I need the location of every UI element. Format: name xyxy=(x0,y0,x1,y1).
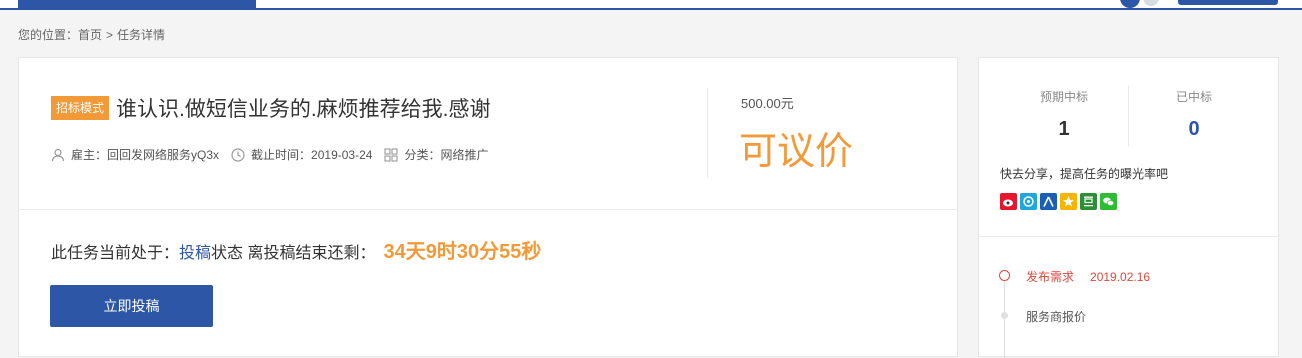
timeline-dot xyxy=(1001,312,1008,319)
header-divider xyxy=(707,88,708,178)
clock-icon xyxy=(231,147,245,162)
tencent-weibo-icon[interactable] xyxy=(1020,193,1037,210)
employer-label: 雇主： xyxy=(71,148,108,162)
timeline-item-publish: 发布需求 2019.02.16 xyxy=(1026,268,1150,285)
timeline-item-date: 2019.02.16 xyxy=(1090,270,1151,284)
mode-badge: 招标模式 xyxy=(51,96,110,120)
status-stage-link[interactable]: 投稿 xyxy=(179,239,211,263)
share-icons xyxy=(1000,193,1120,210)
top-navbar xyxy=(0,0,1302,10)
breadcrumb-prefix: 您的位置： xyxy=(18,28,79,42)
weibo-icon[interactable] xyxy=(1000,193,1017,210)
deadline-value: 2019-03-24 xyxy=(311,147,373,162)
share-prompt: 快去分享，提高任务的曝光率吧 xyxy=(1000,167,1169,181)
timeline-active-dot xyxy=(999,270,1010,281)
qzone-icon[interactable] xyxy=(1060,193,1077,210)
expected-value: 1 xyxy=(1058,118,1070,140)
expected-label: 预期中标 xyxy=(1039,90,1088,104)
employer-name[interactable]: 回回发网络服务yQ3x xyxy=(107,146,219,163)
header-action-button[interactable] xyxy=(1178,0,1278,5)
won-label: 已中标 xyxy=(1175,90,1212,104)
renren-icon[interactable] xyxy=(1040,193,1057,210)
category-label: 分类： xyxy=(404,148,441,162)
task-detail-card: 招标模式 谁认识.做短信业务的.麻烦推荐给我.感谢 雇主： 回回发网络服务yQ3x… xyxy=(18,57,958,357)
budget-amount: 500.00元 xyxy=(741,96,794,111)
task-header: 招标模式 谁认识.做短信业务的.麻烦推荐给我.感谢 雇主： 回回发网络服务yQ3x… xyxy=(19,58,957,210)
grid-icon xyxy=(384,147,398,162)
deadline-meta: 截止时间： 2019-03-24 xyxy=(231,146,372,163)
user-icon xyxy=(51,148,65,161)
breadcrumb-home-link[interactable]: 首页 xyxy=(78,28,102,42)
douban-icon[interactable] xyxy=(1080,193,1097,210)
timeline-item-label: 发布需求 xyxy=(1026,270,1075,284)
breadcrumb: 您的位置：首页 > 任务详情 xyxy=(18,26,165,43)
expected-winners-stat: 预期中标 1 xyxy=(999,88,1129,141)
task-meta: 雇主： 回回发网络服务yQ3x 截止时间： 2019-03-24 分类： 网络推广 xyxy=(51,146,500,163)
user-avatar-secondary xyxy=(1143,0,1159,6)
user-avatar-icon[interactable] xyxy=(1120,0,1140,8)
category-value[interactable]: 网络推广 xyxy=(440,146,488,163)
category-meta: 分类： 网络推广 xyxy=(384,146,488,163)
nav-active-tab[interactable] xyxy=(18,0,256,8)
breadcrumb-separator: > xyxy=(106,28,114,42)
task-title: 谁认识.做短信业务的.麻烦推荐给我.感谢 xyxy=(116,98,491,121)
countdown-timer: 34天9时30分55秒 xyxy=(383,241,542,263)
timeline-item-label: 服务商报价 xyxy=(1026,310,1087,324)
wechat-icon[interactable] xyxy=(1100,193,1117,210)
deadline-label: 截止时间： xyxy=(251,148,312,162)
timeline-item-quote: 服务商报价 xyxy=(1026,308,1086,325)
sidebar-separator xyxy=(979,236,1278,237)
status-suffix: 状态 离投稿结束还剩： xyxy=(211,245,376,262)
won-stat: 已中标 0 xyxy=(1129,88,1259,141)
task-title-row: 招标模式 谁认识.做短信业务的.麻烦推荐给我.感谢 xyxy=(51,93,491,123)
budget-negotiable: 可议价 xyxy=(739,131,854,173)
employer-meta: 雇主： 回回发网络服务yQ3x xyxy=(51,146,219,163)
task-sidebar: 预期中标 1 已中标 0 快去分享，提高任务的曝光率吧 发布需求 2019.02.… xyxy=(978,57,1279,358)
status-prefix: 此任务当前处于： xyxy=(51,245,180,262)
submit-proposal-button[interactable]: 立即投稿 xyxy=(50,285,213,327)
won-value: 0 xyxy=(1188,118,1200,140)
task-status: 此任务当前处于： 投稿 状态 离投稿结束还剩： 34天9时30分55秒 xyxy=(51,235,541,264)
breadcrumb-current: 任务详情 xyxy=(117,28,166,42)
